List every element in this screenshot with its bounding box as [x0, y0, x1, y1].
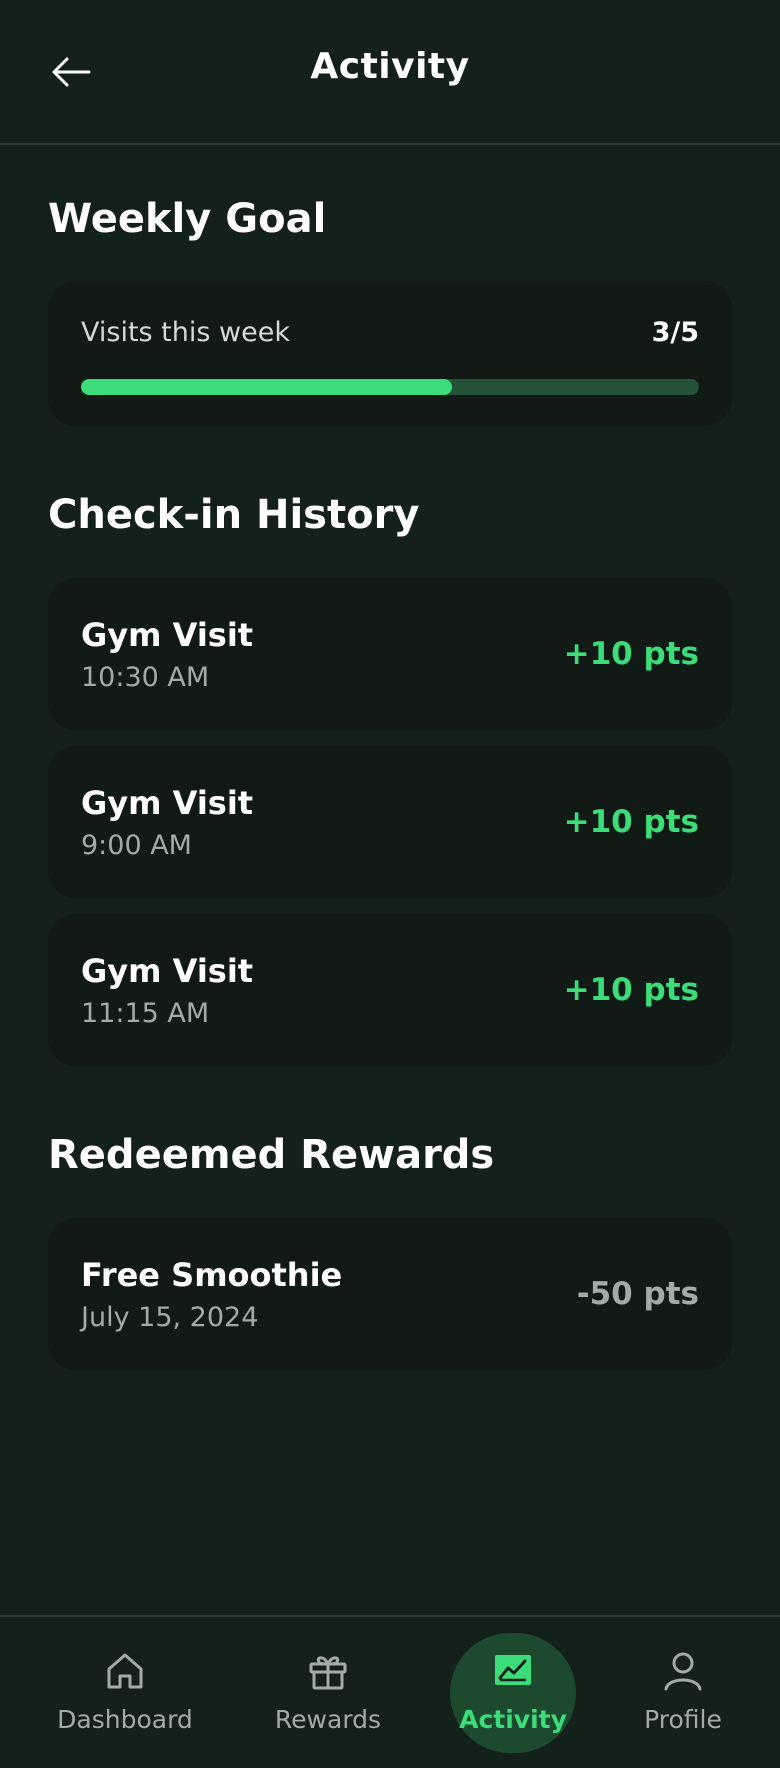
history-item[interactable]: Gym Visit 10:30 AM +10 pts — [48, 578, 732, 730]
history-item-title: Gym Visit — [81, 952, 254, 990]
history-item[interactable]: Gym Visit 9:00 AM +10 pts — [48, 746, 732, 898]
weekly-goal-heading: Weekly Goal — [48, 196, 327, 242]
weekly-goal-card: Visits this week 3/5 — [48, 281, 732, 426]
redeemed-rewards-heading: Redeemed Rewards — [48, 1132, 495, 1178]
nav-item-profile[interactable]: Profile — [613, 1633, 753, 1759]
history-item-time: 9:00 AM — [81, 830, 192, 861]
history-item-time: 11:15 AM — [81, 998, 210, 1029]
nav-item-rewards[interactable]: Rewards — [258, 1633, 398, 1759]
home-icon — [103, 1647, 147, 1695]
reward-item[interactable]: Free Smoothie July 15, 2024 -50 pts — [48, 1218, 732, 1370]
nav-label-dashboard: Dashboard — [57, 1705, 193, 1734]
history-item[interactable]: Gym Visit 11:15 AM +10 pts — [48, 914, 732, 1066]
user-icon — [661, 1647, 705, 1695]
reward-item-title: Free Smoothie — [81, 1256, 343, 1294]
history-item-time: 10:30 AM — [81, 662, 210, 693]
checkin-history-heading: Check-in History — [48, 492, 420, 538]
activity-screen: Activity Weekly Goal Visits this week 3/… — [0, 0, 780, 1768]
nav-item-activity[interactable]: Activity — [443, 1633, 583, 1759]
chart-icon — [491, 1647, 535, 1695]
bottom-navigation: Dashboard Rewards Activity Profile — [0, 1615, 780, 1768]
goal-progress-fill — [81, 379, 452, 395]
goal-label: Visits this week — [81, 317, 290, 348]
nav-label-profile: Profile — [644, 1705, 722, 1734]
nav-label-rewards: Rewards — [274, 1705, 382, 1734]
history-item-points: +10 pts — [563, 804, 699, 840]
gift-icon — [306, 1647, 350, 1695]
history-item-title: Gym Visit — [81, 784, 254, 822]
history-item-title: Gym Visit — [81, 616, 254, 654]
nav-item-dashboard[interactable]: Dashboard — [55, 1633, 195, 1759]
goal-value: 3/5 — [651, 317, 699, 348]
top-app-bar: Activity — [0, 0, 780, 145]
page-title: Activity — [310, 46, 470, 87]
history-item-points: +10 pts — [563, 972, 699, 1008]
reward-item-date: July 15, 2024 — [81, 1302, 259, 1333]
nav-label-activity: Activity — [459, 1705, 567, 1734]
history-item-points: +10 pts — [563, 636, 699, 672]
goal-progress-bar — [81, 379, 699, 395]
reward-item-points: -50 pts — [576, 1276, 699, 1312]
